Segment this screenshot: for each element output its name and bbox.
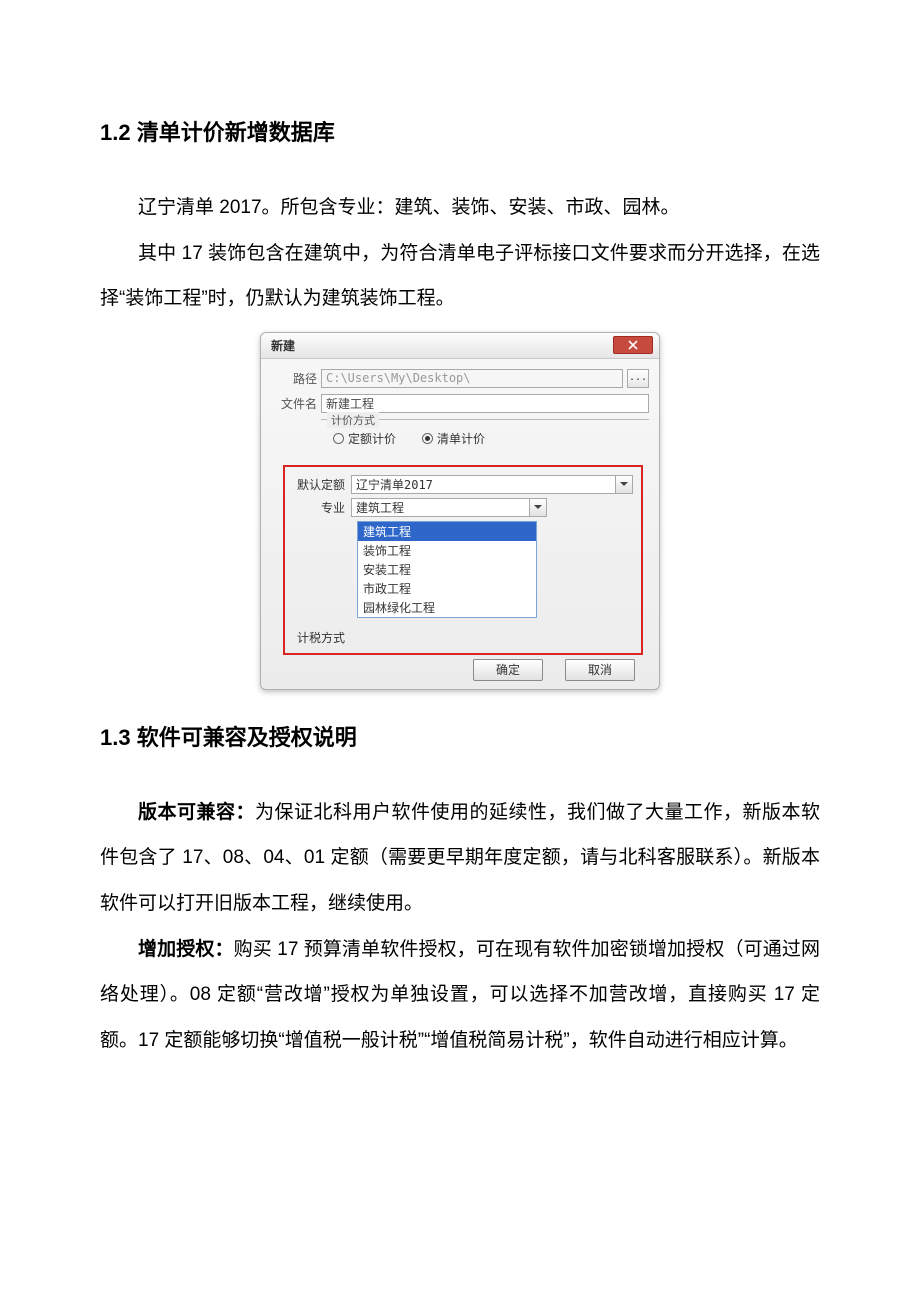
close-icon	[628, 340, 638, 350]
close-button[interactable]	[613, 336, 653, 354]
para2-bold-lead: 增加授权：	[138, 939, 234, 960]
filename-label: 文件名	[271, 395, 317, 412]
specialty-combo[interactable]: 建筑工程	[351, 498, 547, 517]
radio-list-label: 清单计价	[437, 430, 485, 447]
specialty-value: 建筑工程	[356, 499, 404, 516]
section-1-3-heading: 1.3 软件可兼容及授权说明	[100, 720, 820, 752]
pricing-fieldset: 计价方式 定额计价 清单计价	[321, 419, 649, 455]
section-1-3-para-1: 版本可兼容：为保证北科用户软件使用的延续性，我们做了大量工作，新版本软件包含了 …	[100, 790, 820, 927]
default-quota-label: 默认定额	[293, 476, 345, 493]
dropdown-item-3[interactable]: 市政工程	[358, 579, 536, 598]
radio-icon	[333, 433, 344, 444]
section-1-2-para-2: 其中 17 装饰包含在建筑中，为符合清单电子评标接口文件要求而分开选择，在选择“…	[100, 231, 820, 322]
specialty-label: 专业	[293, 499, 345, 516]
dropdown-item-4[interactable]: 园林绿化工程	[358, 598, 536, 617]
chevron-down-icon	[529, 499, 546, 516]
radio-quota-pricing[interactable]: 定额计价	[333, 430, 396, 447]
dialog-title: 新建	[271, 337, 295, 354]
tax-combo[interactable]	[351, 628, 507, 647]
titlebar: 新建	[261, 333, 659, 359]
browse-button[interactable]: ...	[627, 369, 649, 388]
path-label: 路径	[271, 370, 317, 387]
specialty-dropdown[interactable]: 建筑工程 装饰工程 安装工程 市政工程 园林绿化工程	[357, 521, 537, 618]
pricing-legend: 计价方式	[327, 412, 379, 428]
section-1-3-para-2: 增加授权：购买 17 预算清单软件授权，可在现有软件加密锁增加授权（可通过网络处…	[100, 927, 820, 1064]
tax-label: 计税方式	[293, 629, 345, 646]
filename-input[interactable]	[321, 394, 649, 413]
default-quota-combo[interactable]: 辽宁清单2017	[351, 475, 633, 494]
new-dialog-screenshot: 新建 路径 ... 文件名 计价方式 定额计价	[100, 332, 820, 690]
highlighted-region: 默认定额 辽宁清单2017 专业 建筑工程 建筑工程 装饰工程	[283, 465, 643, 655]
cancel-button[interactable]: 取消	[565, 659, 635, 681]
radio-quota-label: 定额计价	[348, 430, 396, 447]
dropdown-item-1[interactable]: 装饰工程	[358, 541, 536, 560]
dropdown-item-0[interactable]: 建筑工程	[358, 522, 536, 541]
path-input[interactable]	[321, 369, 623, 388]
new-dialog: 新建 路径 ... 文件名 计价方式 定额计价	[260, 332, 660, 690]
section-1-2-para-1: 辽宁清单 2017。所包含专业：建筑、装饰、安装、市政、园林。	[100, 185, 820, 231]
dropdown-item-2[interactable]: 安装工程	[358, 560, 536, 579]
section-1-2-heading: 1.2 清单计价新增数据库	[100, 115, 820, 147]
radio-icon	[422, 433, 433, 444]
ok-button[interactable]: 确定	[473, 659, 543, 681]
para1-bold-lead: 版本可兼容：	[138, 802, 255, 823]
radio-list-pricing[interactable]: 清单计价	[422, 430, 485, 447]
default-quota-value: 辽宁清单2017	[356, 476, 433, 493]
chevron-down-icon	[615, 476, 632, 493]
